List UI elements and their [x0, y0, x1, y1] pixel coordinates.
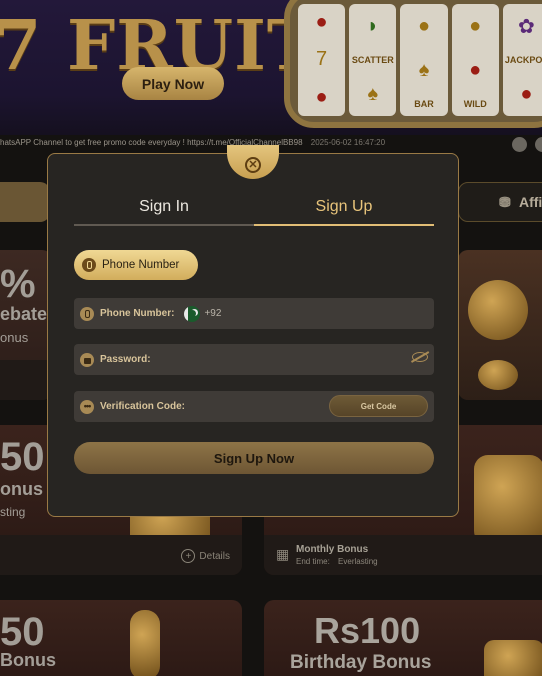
verification-code-label: Verification Code: [100, 401, 186, 412]
wild-label: WILD [463, 99, 487, 109]
get-code-button[interactable]: Get Code [329, 395, 428, 417]
mango-icon: ● [469, 14, 482, 37]
ticker-timestamp: 2025-06-02 16:47:20 [310, 138, 386, 147]
slot-machine-graphic: ● 7 ● ◗ SCATTER ♠ ● ♠ BAR ● ● WILD ✿ JAC [284, 0, 542, 128]
promo-title: Monthly Bonus [296, 544, 369, 555]
cherry-icon: ● [315, 85, 328, 108]
promo-card-footer [0, 360, 52, 400]
bell-icon: ♠ [418, 58, 430, 81]
password-field[interactable]: Password: [74, 344, 434, 375]
end-time-label: End time: [296, 557, 330, 566]
bell-icon: ♠ [367, 82, 379, 105]
jackpot-label: JACKPOT [504, 55, 542, 65]
close-icon: ✕ [245, 157, 261, 173]
reel: ● ● WILD [451, 4, 499, 116]
orange-icon: ● [417, 14, 431, 37]
promo-headline: 50 [0, 610, 45, 654]
promo-headline: 50 [0, 435, 45, 479]
phone-icon [80, 306, 94, 321]
promo-caption: sting [0, 505, 26, 519]
reel: ◗ SCATTER ♠ [349, 4, 397, 116]
calendar-icon: ▦ [276, 546, 290, 562]
reel: ✿ JACKPOT ● [502, 4, 542, 116]
plus-icon: + [181, 549, 196, 563]
tab-underline [74, 224, 254, 226]
promo-subtitle: Bonus [0, 650, 56, 670]
promo-card-footer [264, 535, 542, 575]
method-label: Phone Number [102, 259, 180, 271]
promo-card[interactable]: 50 Bonus [0, 600, 242, 676]
phone-icon [82, 258, 96, 272]
gold-coins-image [478, 360, 518, 390]
dots-icon: ••• [80, 399, 94, 414]
pakistan-flag-icon[interactable] [184, 305, 201, 322]
phone-label: Phone Number: [100, 308, 175, 319]
eye-off-icon[interactable] [412, 352, 428, 362]
nav-tab-label: Affi [519, 194, 542, 210]
watermelon-icon: ◗ [366, 14, 379, 37]
promo-card[interactable]: Rs100 Birthday Bonus [264, 600, 542, 676]
nav-tab-affiliate[interactable]: ⛃ Affi [458, 182, 542, 222]
promo-subtitle: ebates [0, 304, 52, 324]
tab-sign-in[interactable]: Sign In [74, 196, 254, 227]
promo-subtitle: onus [0, 479, 43, 499]
cherry-icon: ● [315, 11, 328, 34]
apple-icon: ● [469, 58, 482, 81]
tab-sign-up[interactable]: Sign Up [254, 196, 434, 227]
carousel-dot[interactable] [512, 137, 527, 152]
sign-up-now-button[interactable]: Sign Up Now [74, 442, 434, 474]
carousel-dots[interactable] [512, 137, 542, 152]
promo-subtitle: Birthday Bonus [290, 652, 432, 673]
details-label: Details [199, 550, 230, 562]
nav-tab-left[interactable] [0, 182, 50, 222]
seven-icon: 7 [316, 48, 328, 71]
promo-headline: % [0, 262, 36, 306]
promo-caption: onus [0, 330, 29, 345]
lock-icon [80, 352, 94, 367]
phone-number-field[interactable]: Phone Number: +92 [74, 298, 434, 329]
country-code[interactable]: +92 [204, 308, 221, 319]
details-link[interactable]: + Details [181, 549, 230, 563]
slot-crown-image [474, 455, 542, 545]
grapes-icon: ✿ [518, 15, 535, 38]
phone-number-method-pill[interactable]: Phone Number [74, 250, 198, 280]
promo-end-time: End time: Everlasting [296, 557, 378, 566]
promo-headline: Rs100 [314, 610, 421, 651]
reel: ● ♠ BAR [400, 4, 448, 116]
promo-card[interactable]: % ebates onus [0, 250, 52, 400]
promo-banner[interactable]: 7 FRUIT Play Now ● 7 ● ◗ SCATTER ♠ ● ♠ B… [0, 0, 542, 135]
rocket-image [130, 610, 160, 676]
play-now-button[interactable]: Play Now [122, 67, 224, 100]
promo-card[interactable] [458, 250, 542, 400]
gold-pig-image [468, 280, 528, 340]
bar-label: BAR [414, 99, 434, 109]
page: 7 FRUIT Play Now ● 7 ● ◗ SCATTER ♠ ● ♠ B… [0, 0, 542, 676]
gift-coins-image [484, 640, 542, 676]
end-time-value: Everlasting [338, 557, 378, 566]
reel: ● 7 ● [298, 4, 346, 116]
tab-underline-active [254, 224, 434, 226]
scatter-label: SCATTER [351, 55, 394, 65]
coins-icon: ⛃ [499, 194, 511, 210]
password-label: Password: [100, 354, 151, 365]
cherry-icon: ● [520, 82, 533, 105]
verification-code-field[interactable]: ••• Verification Code: Get Code [74, 391, 434, 422]
auth-tabs: Sign In Sign Up [74, 196, 434, 227]
carousel-dot[interactable] [535, 137, 542, 152]
